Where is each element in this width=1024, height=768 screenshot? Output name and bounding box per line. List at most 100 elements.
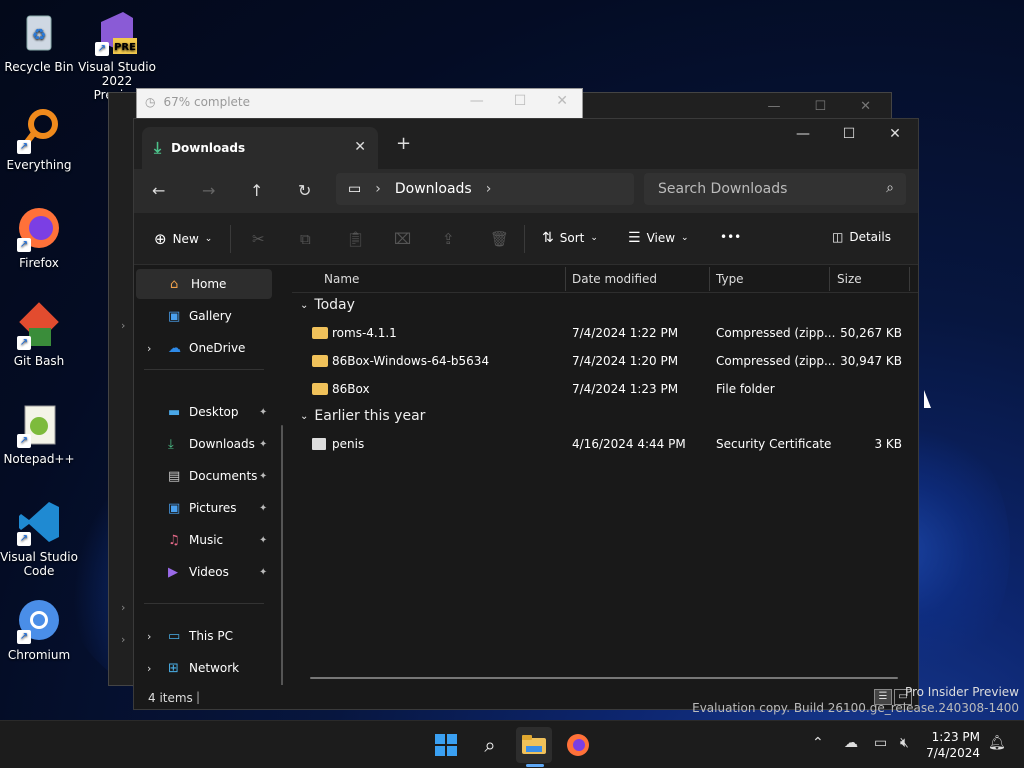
pin-icon[interactable]: ✦: [259, 407, 267, 418]
desktop-icon-recycle-bin[interactable]: ♻ Recycle Bin: [0, 8, 78, 74]
minimize-button[interactable]: —: [780, 119, 826, 149]
desktop-icon-git-bash[interactable]: ↗ Git Bash: [0, 302, 78, 368]
clock[interactable]: 1:23 PM 7/4/2024: [926, 729, 980, 761]
desktop-icon-notepadpp[interactable]: ↗ Notepad++: [0, 400, 78, 466]
file-explorer-icon: [522, 735, 546, 754]
desktop-icon-vscode[interactable]: ↗ Visual Studio Code: [0, 498, 78, 578]
start-button[interactable]: [428, 727, 464, 763]
cut-icon[interactable]: ✂: [252, 230, 265, 248]
notepadpp-icon: ↗: [15, 400, 63, 448]
close-button[interactable]: ✕: [872, 119, 918, 149]
close-tab-icon[interactable]: ✕: [354, 139, 366, 155]
table-row[interactable]: 86Box 7/4/2024 1:23 PM File folder: [300, 375, 910, 403]
tab-downloads[interactable]: ⤓ Downloads ✕: [142, 127, 378, 169]
paste-icon[interactable]: 📋︎: [346, 230, 365, 248]
table-row[interactable]: roms-4.1.1 7/4/2024 1:22 PM Compressed (…: [300, 319, 910, 347]
svg-text:PRE: PRE: [114, 42, 136, 53]
pin-icon[interactable]: ✦: [259, 471, 267, 482]
chevron-right-icon[interactable]: ›: [147, 630, 151, 643]
maximize-button[interactable]: ☐: [826, 119, 872, 149]
column-type[interactable]: Type: [716, 272, 744, 286]
status-separator: |: [196, 690, 201, 704]
sort-button[interactable]: ⇅ Sort ⌄: [542, 230, 598, 246]
column-date-modified[interactable]: Date modified: [572, 272, 657, 286]
close-icon[interactable]: ✕: [556, 93, 568, 109]
cloud-icon: ☁: [168, 340, 181, 356]
column-size[interactable]: Size: [837, 272, 862, 286]
sidebar-item-downloads[interactable]: ⤓ Downloads ✦: [134, 429, 274, 459]
rename-icon[interactable]: ⌧: [394, 230, 411, 248]
sidebar-item-gallery[interactable]: ▣ Gallery: [134, 301, 274, 331]
close-icon[interactable]: ✕: [860, 99, 871, 114]
more-options-button[interactable]: •••: [720, 230, 741, 244]
sidebar-scrollbar[interactable]: [281, 425, 283, 709]
chevron-right-icon[interactable]: ›: [486, 181, 492, 197]
column-divider[interactable]: [909, 267, 910, 291]
view-button[interactable]: ☰ View ⌄: [628, 230, 689, 246]
forward-button[interactable]: →: [202, 181, 215, 200]
sidebar-item-onedrive[interactable]: › ☁ OneDrive: [134, 333, 274, 363]
pictures-icon: ▣: [168, 500, 181, 516]
pin-icon[interactable]: ✦: [259, 567, 267, 578]
sidebar-item-this-pc[interactable]: › ▭ This PC: [134, 621, 274, 651]
maximize-icon[interactable]: ☐: [814, 99, 826, 114]
column-divider[interactable]: [829, 267, 830, 291]
search-input[interactable]: Search Downloads ⌕: [644, 173, 906, 205]
search-icon: ⌕: [484, 733, 496, 757]
horizontal-scrollbar[interactable]: [310, 677, 898, 679]
chevron-up-icon[interactable]: ⌃: [812, 735, 824, 751]
share-icon[interactable]: ⇪: [442, 230, 455, 248]
back-button[interactable]: ←: [152, 181, 165, 200]
refresh-button[interactable]: ↻: [298, 181, 311, 200]
sidebar-item-network[interactable]: › ⊞ Network: [134, 653, 274, 683]
pin-icon[interactable]: ✦: [259, 439, 267, 450]
sidebar-item-documents[interactable]: ▤ Documents ✦: [134, 461, 274, 491]
column-divider[interactable]: [709, 267, 710, 291]
firefox-icon: [567, 734, 589, 756]
sidebar-item-pictures[interactable]: ▣ Pictures ✦: [134, 493, 274, 523]
new-button[interactable]: ⊕ New ⌄: [154, 230, 212, 248]
file-name: penis: [332, 437, 365, 451]
desktop-icon-firefox[interactable]: ↗ Firefox: [0, 204, 78, 270]
delete-icon[interactable]: 🗑︎: [490, 230, 509, 248]
desktop-icon-chromium[interactable]: ↗ Chromium: [0, 596, 78, 662]
minimize-icon[interactable]: —: [767, 99, 780, 114]
details-button[interactable]: ◫ Details: [832, 230, 891, 244]
notification-bell-icon[interactable]: 🔔︎: [988, 735, 1006, 751]
computer-icon: ▭: [168, 628, 181, 644]
group-header-today[interactable]: ⌄ Today: [300, 297, 355, 313]
search-button[interactable]: ⌕: [472, 727, 508, 763]
shortcut-arrow-icon: ↗: [17, 630, 31, 644]
chevron-right-icon[interactable]: ›: [147, 342, 151, 355]
taskbar-firefox[interactable]: [560, 727, 596, 763]
column-name[interactable]: Name: [324, 272, 359, 286]
volume-muted-icon[interactable]: 🔇︎: [900, 735, 909, 751]
pin-icon[interactable]: ✦: [259, 503, 267, 514]
file-type: Compressed (zipp...: [716, 354, 836, 368]
network-icon[interactable]: ▭: [874, 735, 887, 751]
table-row[interactable]: penis 4/16/2024 4:44 PM Security Certifi…: [300, 430, 910, 458]
sidebar-item-desktop[interactable]: ▬ Desktop ✦: [134, 397, 274, 427]
sidebar-item-music[interactable]: ♫ Music ✦: [134, 525, 274, 555]
file-size: 50,267 KB: [840, 326, 902, 340]
table-row[interactable]: 86Box-Windows-64-b5634 7/4/2024 1:20 PM …: [300, 347, 910, 375]
cloud-offline-icon[interactable]: ☁: [844, 735, 858, 751]
maximize-icon[interactable]: ☐: [514, 93, 527, 109]
desktop-icon-everything[interactable]: ↗ Everything: [0, 106, 78, 172]
sidebar-item-home[interactable]: ⌂ Home: [136, 269, 272, 299]
up-button[interactable]: ↑: [250, 181, 263, 200]
chevron-right-icon[interactable]: ›: [147, 662, 151, 675]
minimize-icon[interactable]: —: [470, 93, 484, 109]
breadcrumb-downloads[interactable]: Downloads: [395, 181, 472, 197]
pin-icon[interactable]: ✦: [259, 535, 267, 546]
column-divider[interactable]: [565, 267, 566, 291]
sidebar-item-videos[interactable]: ▶ Videos ✦: [134, 557, 274, 587]
copy-icon[interactable]: ⧉: [300, 230, 311, 248]
file-explorer-window[interactable]: ⤓ Downloads ✕ + — ☐ ✕ ← → ↑ ↻ ▭ › Downlo…: [133, 118, 919, 710]
details-pane-icon: ◫: [832, 230, 844, 244]
taskbar-file-explorer[interactable]: [516, 727, 552, 763]
group-header-earlier-this-year[interactable]: ⌄ Earlier this year: [300, 408, 425, 424]
new-tab-button[interactable]: +: [396, 133, 411, 154]
desktop-icon-label: Git Bash: [13, 354, 65, 368]
address-bar[interactable]: ▭ › Downloads ›: [336, 173, 634, 205]
